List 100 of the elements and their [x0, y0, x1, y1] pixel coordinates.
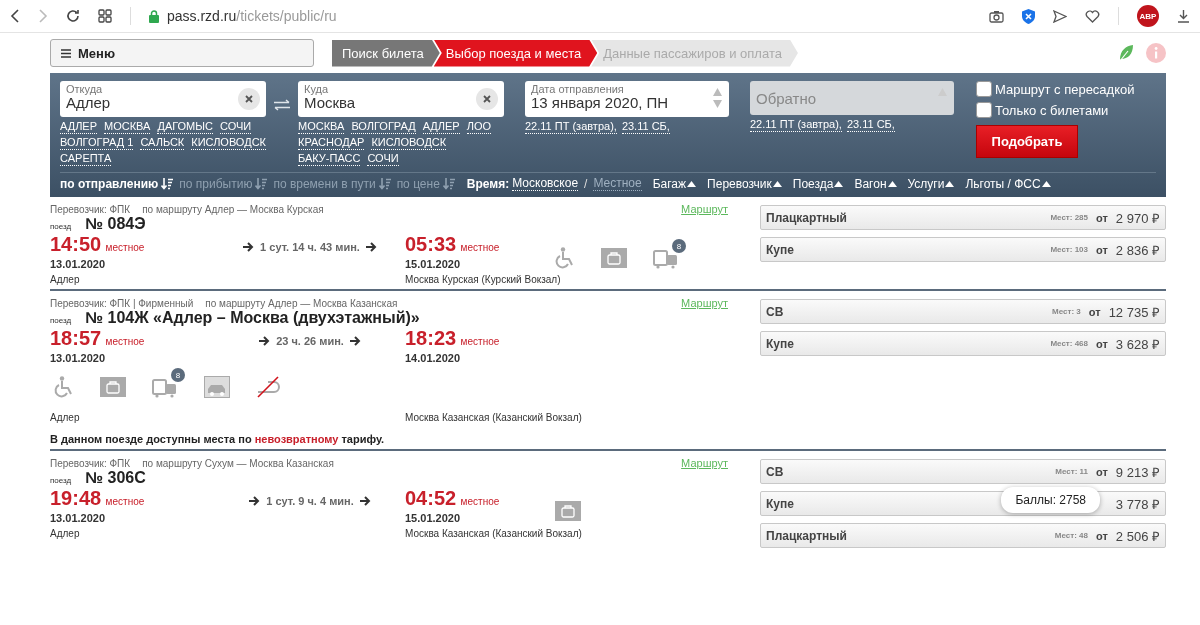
- station-suggestion[interactable]: МОСКВА: [104, 120, 151, 134]
- address-bar[interactable]: pass.rzd.ru/tickets/public/ru: [167, 8, 337, 24]
- station-suggestion[interactable]: ВОЛГОГРАД: [351, 120, 416, 134]
- car-class-button[interactable]: СВ Мест: 11 от 9 213 ₽: [760, 459, 1166, 484]
- progress-step[interactable]: Выбор поезда и места: [433, 39, 598, 67]
- station-suggestion[interactable]: ЛОО: [466, 120, 491, 134]
- grid-icon[interactable]: [98, 9, 112, 23]
- close-icon: [483, 95, 491, 103]
- station-suggestion[interactable]: КИСЛОВОДСК: [371, 136, 447, 150]
- departure-station: Адлер: [50, 274, 81, 285]
- heart-icon[interactable]: [1085, 9, 1100, 23]
- shield-icon[interactable]: [1022, 8, 1035, 24]
- download-icon[interactable]: [1177, 9, 1190, 23]
- checkbox-label[interactable]: Только с билетами: [995, 102, 1109, 118]
- time-option[interactable]: Местное: [593, 177, 642, 191]
- close-icon: [245, 95, 253, 103]
- station-suggestion[interactable]: САЛЬСК: [140, 136, 185, 150]
- station-suggestion[interactable]: ВОЛГОГРАД 1: [60, 136, 134, 150]
- time-zone-label: местное: [105, 496, 145, 507]
- station-suggestion[interactable]: БАКУ-ПАСС: [298, 152, 361, 166]
- menu-button[interactable]: Меню: [50, 39, 314, 67]
- station-suggestion[interactable]: МОСКВА: [298, 120, 345, 134]
- progress-step[interactable]: Поиск билета: [332, 39, 440, 67]
- station-suggestion[interactable]: АДЛЕР: [60, 120, 98, 134]
- adblock-button[interactable]: ABP: [1137, 5, 1159, 27]
- station-suggestion[interactable]: СОЧИ: [367, 152, 399, 166]
- arrival-time: 18:23: [405, 327, 457, 349]
- time-zone-label: местное: [460, 496, 500, 507]
- time-zone-label: местное: [460, 242, 500, 253]
- date-shortcut[interactable]: 22.11 ПТ (завтра),: [525, 120, 617, 134]
- filter-dropdown[interactable]: Льготы / ФСС: [965, 177, 1051, 191]
- wheelchair-icon: [555, 247, 575, 269]
- caret-icon: [687, 181, 697, 187]
- luggage-icon: [653, 247, 679, 269]
- car-class-button[interactable]: Купе Мест: 103 от 2 836 ₽: [760, 237, 1166, 262]
- time-zone-label: местное: [105, 242, 145, 253]
- station-suggestion[interactable]: КРАСНОДАР: [298, 136, 365, 150]
- date-shortcut[interactable]: 23.11 СБ,: [621, 120, 670, 134]
- station-suggestion[interactable]: ДАГОМЫС: [157, 120, 213, 134]
- station-suggestion[interactable]: СОЧИ: [219, 120, 252, 134]
- arrival-date: 15.01.2020: [405, 512, 462, 524]
- sort-icon: [442, 178, 455, 190]
- lock-icon: [149, 9, 159, 23]
- clear-button[interactable]: [238, 88, 260, 110]
- caret-icon: [772, 181, 782, 187]
- checkbox[interactable]: [976, 81, 992, 97]
- train-number: № 306С: [85, 469, 146, 487]
- arrow-icon: [259, 336, 271, 346]
- caret-icon: [945, 181, 955, 187]
- arrow-icon: [243, 242, 255, 252]
- search-button[interactable]: Подобрать: [976, 125, 1078, 158]
- arrow-icon: [359, 496, 371, 506]
- swap-icon[interactable]: [273, 99, 291, 111]
- points-tooltip: Баллы: 2758: [1001, 487, 1100, 513]
- carrier-text: Перевозчик: ФПК | Фирменный: [50, 297, 194, 309]
- car-class-button[interactable]: Плацкартный Мест: 48 от 2 506 ₽: [760, 523, 1166, 548]
- time-zone-label: местное: [105, 336, 145, 347]
- send-icon[interactable]: [1053, 9, 1067, 23]
- travel-duration: 1 сут. 9 ч. 4 мин.: [266, 495, 354, 507]
- filter-dropdown[interactable]: Вагон: [854, 177, 897, 191]
- checkbox[interactable]: [976, 102, 992, 118]
- filter-dropdown[interactable]: Перевозчик: [707, 177, 782, 191]
- departure-time: 19:48: [50, 487, 102, 509]
- camera-icon[interactable]: [989, 9, 1004, 23]
- filter-dropdown[interactable]: Поезда: [792, 177, 844, 191]
- route-text: по маршруту Сухум — Москва Казанская: [142, 457, 334, 469]
- departure-time: 14:50: [50, 233, 102, 255]
- departure-station: Адлер: [50, 412, 81, 423]
- departure-date: 13.01.2020: [50, 352, 107, 364]
- station-suggestion[interactable]: САРЕПТА: [60, 152, 112, 166]
- car-class-button[interactable]: СВ Мест: 3 от 12 735 ₽: [760, 299, 1166, 324]
- menu-icon: [61, 48, 71, 58]
- arrival-station: Москва Казанская (Казанский Вокзал): [405, 412, 582, 423]
- car-class-button[interactable]: Плацкартный Мест: 285 от 2 970 ₽: [760, 205, 1166, 230]
- time-option[interactable]: Московское: [512, 177, 579, 191]
- to-field[interactable]: Куда Москва: [298, 81, 504, 117]
- departure-time: 18:57: [50, 327, 102, 349]
- checkbox-label[interactable]: Маршрут с пересадкой: [995, 81, 1135, 97]
- route-text: по маршруту Адлер — Москва Курская: [142, 203, 324, 215]
- station-suggestion[interactable]: КИСЛОВОДСК: [191, 136, 266, 150]
- filter-dropdown[interactable]: Услуги: [907, 177, 955, 191]
- date-field[interactable]: Дата отправления 13 января 2020, ПН: [525, 81, 729, 117]
- from-field[interactable]: Откуда Адлер: [60, 81, 266, 117]
- arrival-time: 04:52: [405, 487, 457, 509]
- clear-button[interactable]: [476, 88, 498, 110]
- car-class-button[interactable]: Купе Мест: 468 от 3 628 ₽: [760, 331, 1166, 356]
- station-suggestion[interactable]: АДЛЕР: [422, 120, 460, 134]
- train-number: № 104Ж «Адлер – Москва (двухэтажный)»: [85, 309, 420, 327]
- arrival-station: Москва Казанская (Казанский Вокзал): [405, 528, 582, 539]
- sort-icon: [378, 178, 391, 190]
- filter-dropdown[interactable]: Багаж: [652, 177, 697, 191]
- reload-icon[interactable]: [66, 9, 80, 23]
- arrow-icon: [365, 242, 377, 252]
- separator-text: /: [584, 177, 588, 191]
- car-transport-icon: [204, 376, 230, 398]
- briefcase-icon: [601, 248, 627, 268]
- briefcase-icon: [555, 501, 581, 521]
- fare-link[interactable]: невозвратному: [254, 433, 339, 445]
- sort-option[interactable]: по отправлению: [60, 177, 159, 191]
- back-icon[interactable]: [10, 9, 20, 23]
